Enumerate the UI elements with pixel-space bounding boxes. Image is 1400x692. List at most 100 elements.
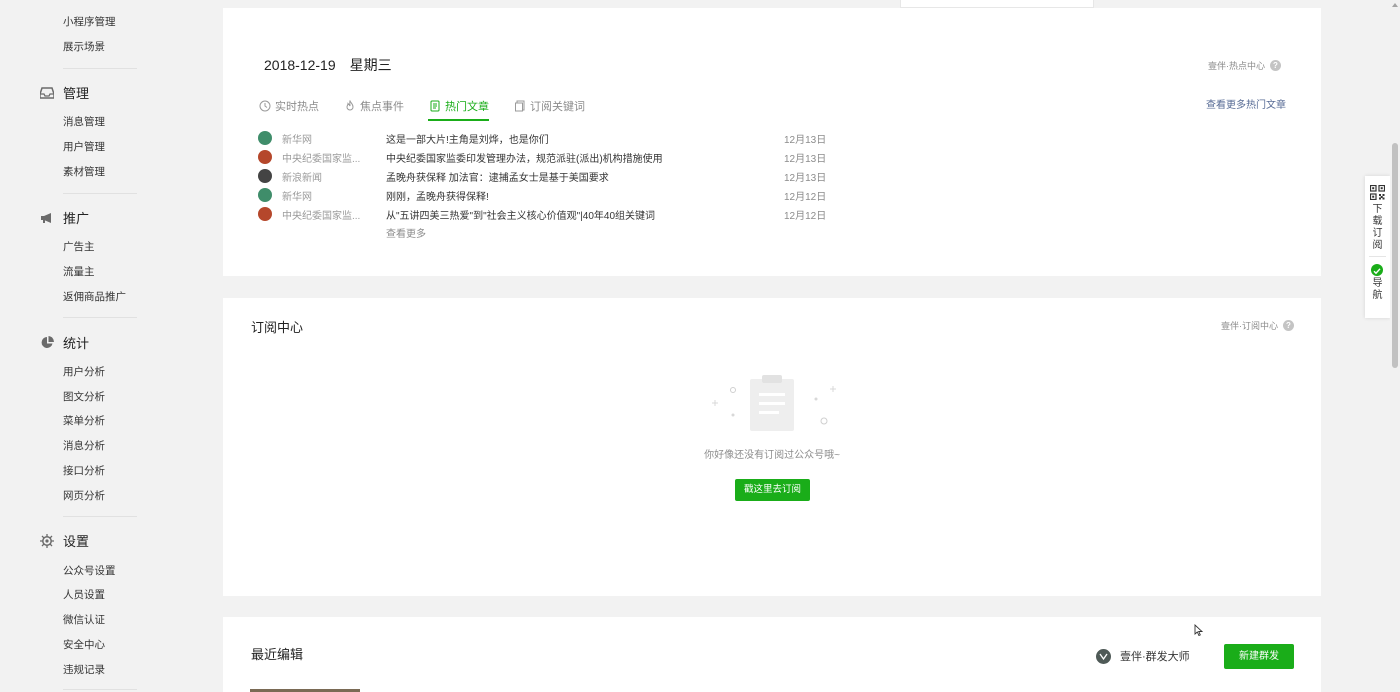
subscription-center-label[interactable]: 壹伴·订阅中心 ? xyxy=(1221,319,1294,332)
sidebar-group-settings: 设置 xyxy=(38,531,89,550)
sidebar-item-users[interactable]: 用户管理 xyxy=(63,139,105,154)
article-date: 12月13日 xyxy=(784,135,827,146)
sidebar-item-menu-analysis[interactable]: 菜单分析 xyxy=(63,413,105,428)
tab-hot-articles[interactable]: 热门文章 xyxy=(428,96,489,121)
group-master-icon xyxy=(1096,648,1111,664)
article-title[interactable]: 中央纪委国家监委印发管理办法，规范派驻(派出)机构措施使用 xyxy=(386,150,663,165)
sidebar-group-stats: 统计 xyxy=(38,333,89,352)
floater-divider xyxy=(1369,256,1386,257)
megaphone-icon xyxy=(38,211,56,225)
article-title[interactable]: 孟晚舟获保释 加法官：逮捕孟女士是基于美国要求 xyxy=(386,169,609,184)
recent-title: 最近编辑 xyxy=(251,647,304,662)
tab-label: 订阅关键词 xyxy=(530,101,585,113)
scroll-up-icon[interactable] xyxy=(1392,3,1398,7)
group-master-link[interactable]: 壹伴·群发大师 xyxy=(1096,648,1190,664)
sidebar-item-miniprogram[interactable]: 小程序管理 xyxy=(63,14,116,29)
sidebar-item-account-settings[interactable]: 公众号设置 xyxy=(63,563,116,578)
sidebar-item-scenes[interactable]: 展示场景 xyxy=(63,39,105,54)
article-source: 新浪新闻 xyxy=(282,173,322,184)
article-date: 12月12日 xyxy=(784,192,827,203)
source-logo xyxy=(258,131,272,145)
tab-label: 热门文章 xyxy=(445,101,489,113)
sidebar-item-materials[interactable]: 素材管理 xyxy=(63,164,105,179)
sidebar-divider xyxy=(63,516,137,517)
help-icon[interactable]: ? xyxy=(1270,60,1281,71)
tab-subscribed-keywords[interactable]: 订阅关键词 xyxy=(513,96,585,116)
article-source: 新华网 xyxy=(282,192,312,203)
tab-realtime-hot[interactable]: 实时热点 xyxy=(258,96,319,116)
sidebar-group-title: 设置 xyxy=(63,534,90,549)
article-date: 12月13日 xyxy=(784,173,827,184)
flame-icon xyxy=(343,100,356,113)
sidebar-group-manage: 管理 xyxy=(38,83,89,102)
new-broadcast-button[interactable]: 新建群发 xyxy=(1224,644,1294,669)
sidebar-item-article-analysis[interactable]: 图文分析 xyxy=(63,389,105,404)
weekday-text: 星期三 xyxy=(349,57,392,73)
navigation-link[interactable]: 导航 xyxy=(1365,278,1390,302)
sidebar-item-messages[interactable]: 消息管理 xyxy=(63,114,105,129)
hot-center-card: 2018-12-19 星期三 壹伴·热点中心 ? 实时热点 焦点事件 热门文章 xyxy=(223,8,1321,276)
list-item[interactable]: 新浪新闻 孟晚舟获保释 加法官：逮捕孟女士是基于美国要求 12月13日 xyxy=(258,168,838,184)
check-icon xyxy=(1371,264,1383,276)
source-logo xyxy=(258,150,272,164)
sidebar-item-web-analysis[interactable]: 网页分析 xyxy=(63,488,105,503)
help-icon[interactable]: ? xyxy=(1283,320,1294,331)
bookmark-icon xyxy=(513,100,526,113)
article-source: 新华网 xyxy=(282,135,312,146)
article-date: 12月12日 xyxy=(784,211,827,222)
sidebar-group-title: 推广 xyxy=(63,211,90,226)
tab-label: 焦点事件 xyxy=(360,101,404,113)
sidebar: 小程序管理 展示场景 管理 消息管理 用户管理 素材管理 推广 广告主 流量主 … xyxy=(0,0,222,692)
go-subscribe-button[interactable]: 戳这里去订阅 xyxy=(735,479,810,501)
top-dropdown-edge xyxy=(900,0,1094,8)
empty-state-text: 你好像还没有订阅过公众号哦~ xyxy=(704,450,840,461)
sidebar-divider xyxy=(63,193,137,194)
sidebar-item-wechat-verify[interactable]: 微信认证 xyxy=(63,612,105,627)
download-subscribe-link[interactable]: 下载订阅 xyxy=(1365,204,1390,252)
hot-center-label[interactable]: 壹伴·热点中心 ? xyxy=(1208,59,1281,72)
qr-code-icon[interactable] xyxy=(1369,184,1386,201)
sidebar-item-security-center[interactable]: 安全中心 xyxy=(63,637,105,652)
subscription-center-text: 壹伴·订阅中心 xyxy=(1221,321,1278,331)
tab-label: 实时热点 xyxy=(275,101,319,113)
see-more-link[interactable]: 查看更多 xyxy=(386,225,426,240)
sidebar-item-advertiser[interactable]: 广告主 xyxy=(63,239,95,254)
sidebar-item-message-analysis[interactable]: 消息分析 xyxy=(63,438,105,453)
sidebar-item-publisher[interactable]: 流量主 xyxy=(63,264,95,279)
inbox-icon xyxy=(38,86,56,100)
sidebar-divider xyxy=(63,689,137,690)
hot-tabs: 实时热点 焦点事件 热门文章 订阅关键词 xyxy=(258,96,609,121)
sidebar-item-user-analysis[interactable]: 用户分析 xyxy=(63,364,105,379)
mouse-cursor-icon xyxy=(1194,623,1204,637)
sidebar-item-api-analysis[interactable]: 接口分析 xyxy=(63,463,105,478)
group-master-text: 壹伴·群发大师 xyxy=(1120,651,1190,663)
source-logo xyxy=(258,169,272,183)
article-date: 12月13日 xyxy=(784,154,827,165)
list-item[interactable]: 中央纪委国家监... 从"五讲四美三热爱"到"社会主义核心价值观"|40年40组… xyxy=(258,206,838,222)
tab-focus-events[interactable]: 焦点事件 xyxy=(343,96,404,116)
sidebar-item-commission[interactable]: 返佣商品推广 xyxy=(63,289,126,304)
page-scrollbar[interactable] xyxy=(1390,0,1400,692)
list-item[interactable]: 中央纪委国家监... 中央纪委国家监委印发管理办法，规范派驻(派出)机构措施使用… xyxy=(258,149,838,165)
pie-chart-icon xyxy=(38,336,56,350)
sidebar-divider xyxy=(63,68,137,69)
article-title[interactable]: 这是一部大片!主角是刘烨，也是你们 xyxy=(386,131,549,146)
current-date: 2018-12-19 星期三 xyxy=(264,55,392,75)
article-source: 中央纪委国家监... xyxy=(282,211,361,222)
sidebar-item-violations[interactable]: 违规记录 xyxy=(63,662,105,677)
date-text: 2018-12-19 xyxy=(264,57,336,73)
floating-toolbar: 下载订阅 导航 xyxy=(1365,176,1390,318)
article-title[interactable]: 从"五讲四美三热爱"到"社会主义核心价值观"|40年40组关键词 xyxy=(386,207,655,222)
article-title[interactable]: 刚刚，孟晚舟获得保释! xyxy=(386,188,489,203)
sidebar-divider xyxy=(63,317,137,318)
list-item[interactable]: 新华网 这是一部大片!主角是刘烨，也是你们 12月13日 xyxy=(258,130,838,146)
sidebar-item-staff-settings[interactable]: 人员设置 xyxy=(63,587,105,602)
source-logo xyxy=(258,188,272,202)
document-icon xyxy=(428,100,441,113)
scrollbar-thumb[interactable] xyxy=(1392,143,1398,368)
subscription-title: 订阅中心 xyxy=(251,320,304,335)
more-hot-articles-link[interactable]: 查看更多热门文章 xyxy=(1206,96,1286,111)
source-logo xyxy=(258,207,272,221)
list-item[interactable]: 新华网 刚刚，孟晚舟获得保释! 12月12日 xyxy=(258,187,838,203)
subscription-center-card: 订阅中心 壹伴·订阅中心 ? 你好像还没有订阅过公众号哦~ 戳这里去订阅 xyxy=(223,298,1321,596)
